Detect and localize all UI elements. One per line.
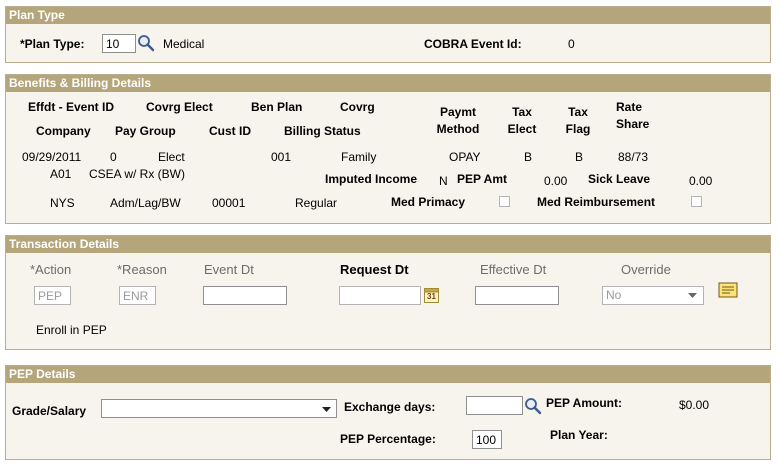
pep-percentage-input[interactable] <box>472 430 502 449</box>
search-icon[interactable] <box>524 397 542 415</box>
request-dt-label: Request Dt <box>340 262 409 277</box>
action-description: Enroll in PEP <box>36 323 107 337</box>
chevron-down-icon <box>322 407 331 412</box>
col-header-company: Company <box>36 124 91 138</box>
request-dt-input[interactable] <box>339 286 421 305</box>
med-primacy-checkbox[interactable] <box>499 196 510 207</box>
col-header-effdt: Effdt - Event ID <box>28 100 114 114</box>
plan-type-description: Medical <box>163 37 205 51</box>
col-header-covrg: Covrg <box>340 100 375 114</box>
col-header-rate: Rate <box>616 100 643 114</box>
imputed-income-value: N <box>439 174 448 188</box>
col-header-tax-flag: Tax <box>568 105 588 119</box>
med-primacy-label: Med Primacy <box>391 195 466 209</box>
plan-type-panel: Plan Type *Plan Type: Medical COBRA Even… <box>5 6 771 63</box>
company-code-value: NYS <box>50 196 75 210</box>
effdt-value: 09/29/2011 <box>22 150 82 164</box>
action-input[interactable] <box>34 286 71 305</box>
med-reimbursement-label: Med Reimbursement <box>537 195 656 209</box>
ben-plan-value: 001 <box>271 150 292 164</box>
pay-group-value: Adm/Lag/BW <box>110 196 181 210</box>
col-header-billing-status: Billing Status <box>284 124 361 138</box>
reason-input[interactable] <box>119 286 156 305</box>
sick-leave-value: 0.00 <box>689 174 713 188</box>
override-selected-value: No <box>606 288 622 302</box>
calendar-icon-day: 31 <box>427 292 436 301</box>
exchange-days-label: Exchange days: <box>344 400 436 414</box>
plan-type-input[interactable] <box>102 34 136 53</box>
chevron-down-icon <box>688 293 697 298</box>
col-header-method: Method <box>436 122 480 136</box>
benefits-billing-panel: Benefits & Billing Details Effdt - Event… <box>5 74 771 224</box>
pep-percentage-label: PEP Percentage: <box>340 432 436 446</box>
note-icon[interactable] <box>718 282 738 299</box>
rate-share-value: 88/73 <box>618 150 649 164</box>
cobra-event-label: COBRA Event Id: <box>424 37 522 51</box>
covrg-value: Family <box>341 150 377 164</box>
col-header-paymt: Paymt <box>439 105 477 119</box>
col-header-covrg-elect: Covrg Elect <box>146 100 213 114</box>
exchange-days-input[interactable] <box>466 396 523 415</box>
pep-amt-value: 0.00 <box>544 174 568 188</box>
col-header-flag: Flag <box>565 122 591 136</box>
billing-status-value: Regular <box>295 196 338 210</box>
imputed-income-label: Imputed Income <box>325 172 418 186</box>
pep-details-panel: PEP Details Grade/Salary Exchange days: … <box>5 365 771 460</box>
grade-salary-select[interactable] <box>101 399 337 418</box>
pep-amount-label: PEP Amount: <box>546 396 623 410</box>
effective-dt-input[interactable] <box>475 286 559 305</box>
col-header-tax-elect: Tax <box>512 105 532 119</box>
cust-id-value: 00001 <box>212 196 246 210</box>
plan-type-label: *Plan Type: <box>20 37 85 51</box>
event-dt-input[interactable] <box>203 286 287 305</box>
override-label: Override <box>621 262 671 277</box>
pep-details-header: PEP Details <box>6 366 770 383</box>
override-select[interactable]: No <box>602 286 704 305</box>
reason-label: *Reason <box>117 262 167 277</box>
tax-flag-value: B <box>575 150 584 164</box>
col-header-elect: Elect <box>507 122 537 136</box>
med-reimbursement-checkbox[interactable] <box>691 196 702 207</box>
plan-year-label: Plan Year: <box>550 428 608 442</box>
col-header-share: Share <box>616 117 650 131</box>
calendar-icon[interactable]: 31 <box>424 287 439 303</box>
event-id-value: 0 <box>110 150 117 164</box>
grade-salary-label: Grade/Salary <box>12 404 87 418</box>
company-value: A01 <box>50 167 72 181</box>
tax-elect-value: B <box>524 150 533 164</box>
plan-description-value: CSEA w/ Rx (BW) <box>89 167 186 181</box>
action-label: *Action <box>30 262 72 277</box>
paymt-method-value: OPAY <box>449 150 481 164</box>
covrg-elect-value: Elect <box>158 150 185 164</box>
transaction-details-panel: Transaction Details *Action *Reason Even… <box>5 235 771 350</box>
sick-leave-label: Sick Leave <box>588 172 651 186</box>
search-icon[interactable] <box>137 34 155 52</box>
pep-amt-label: PEP Amt <box>457 172 508 186</box>
transaction-details-header: Transaction Details <box>6 236 770 253</box>
benefits-billing-header: Benefits & Billing Details <box>6 75 770 92</box>
effective-dt-label: Effective Dt <box>480 262 547 277</box>
plan-type-header: Plan Type <box>6 7 770 24</box>
pep-amount-value: $0.00 <box>679 398 710 412</box>
col-header-cust-id: Cust ID <box>209 124 251 138</box>
col-header-pay-group: Pay Group <box>115 124 176 138</box>
cobra-event-value: 0 <box>568 37 575 51</box>
col-header-ben-plan: Ben Plan <box>251 100 303 114</box>
event-dt-label: Event Dt <box>204 262 254 277</box>
